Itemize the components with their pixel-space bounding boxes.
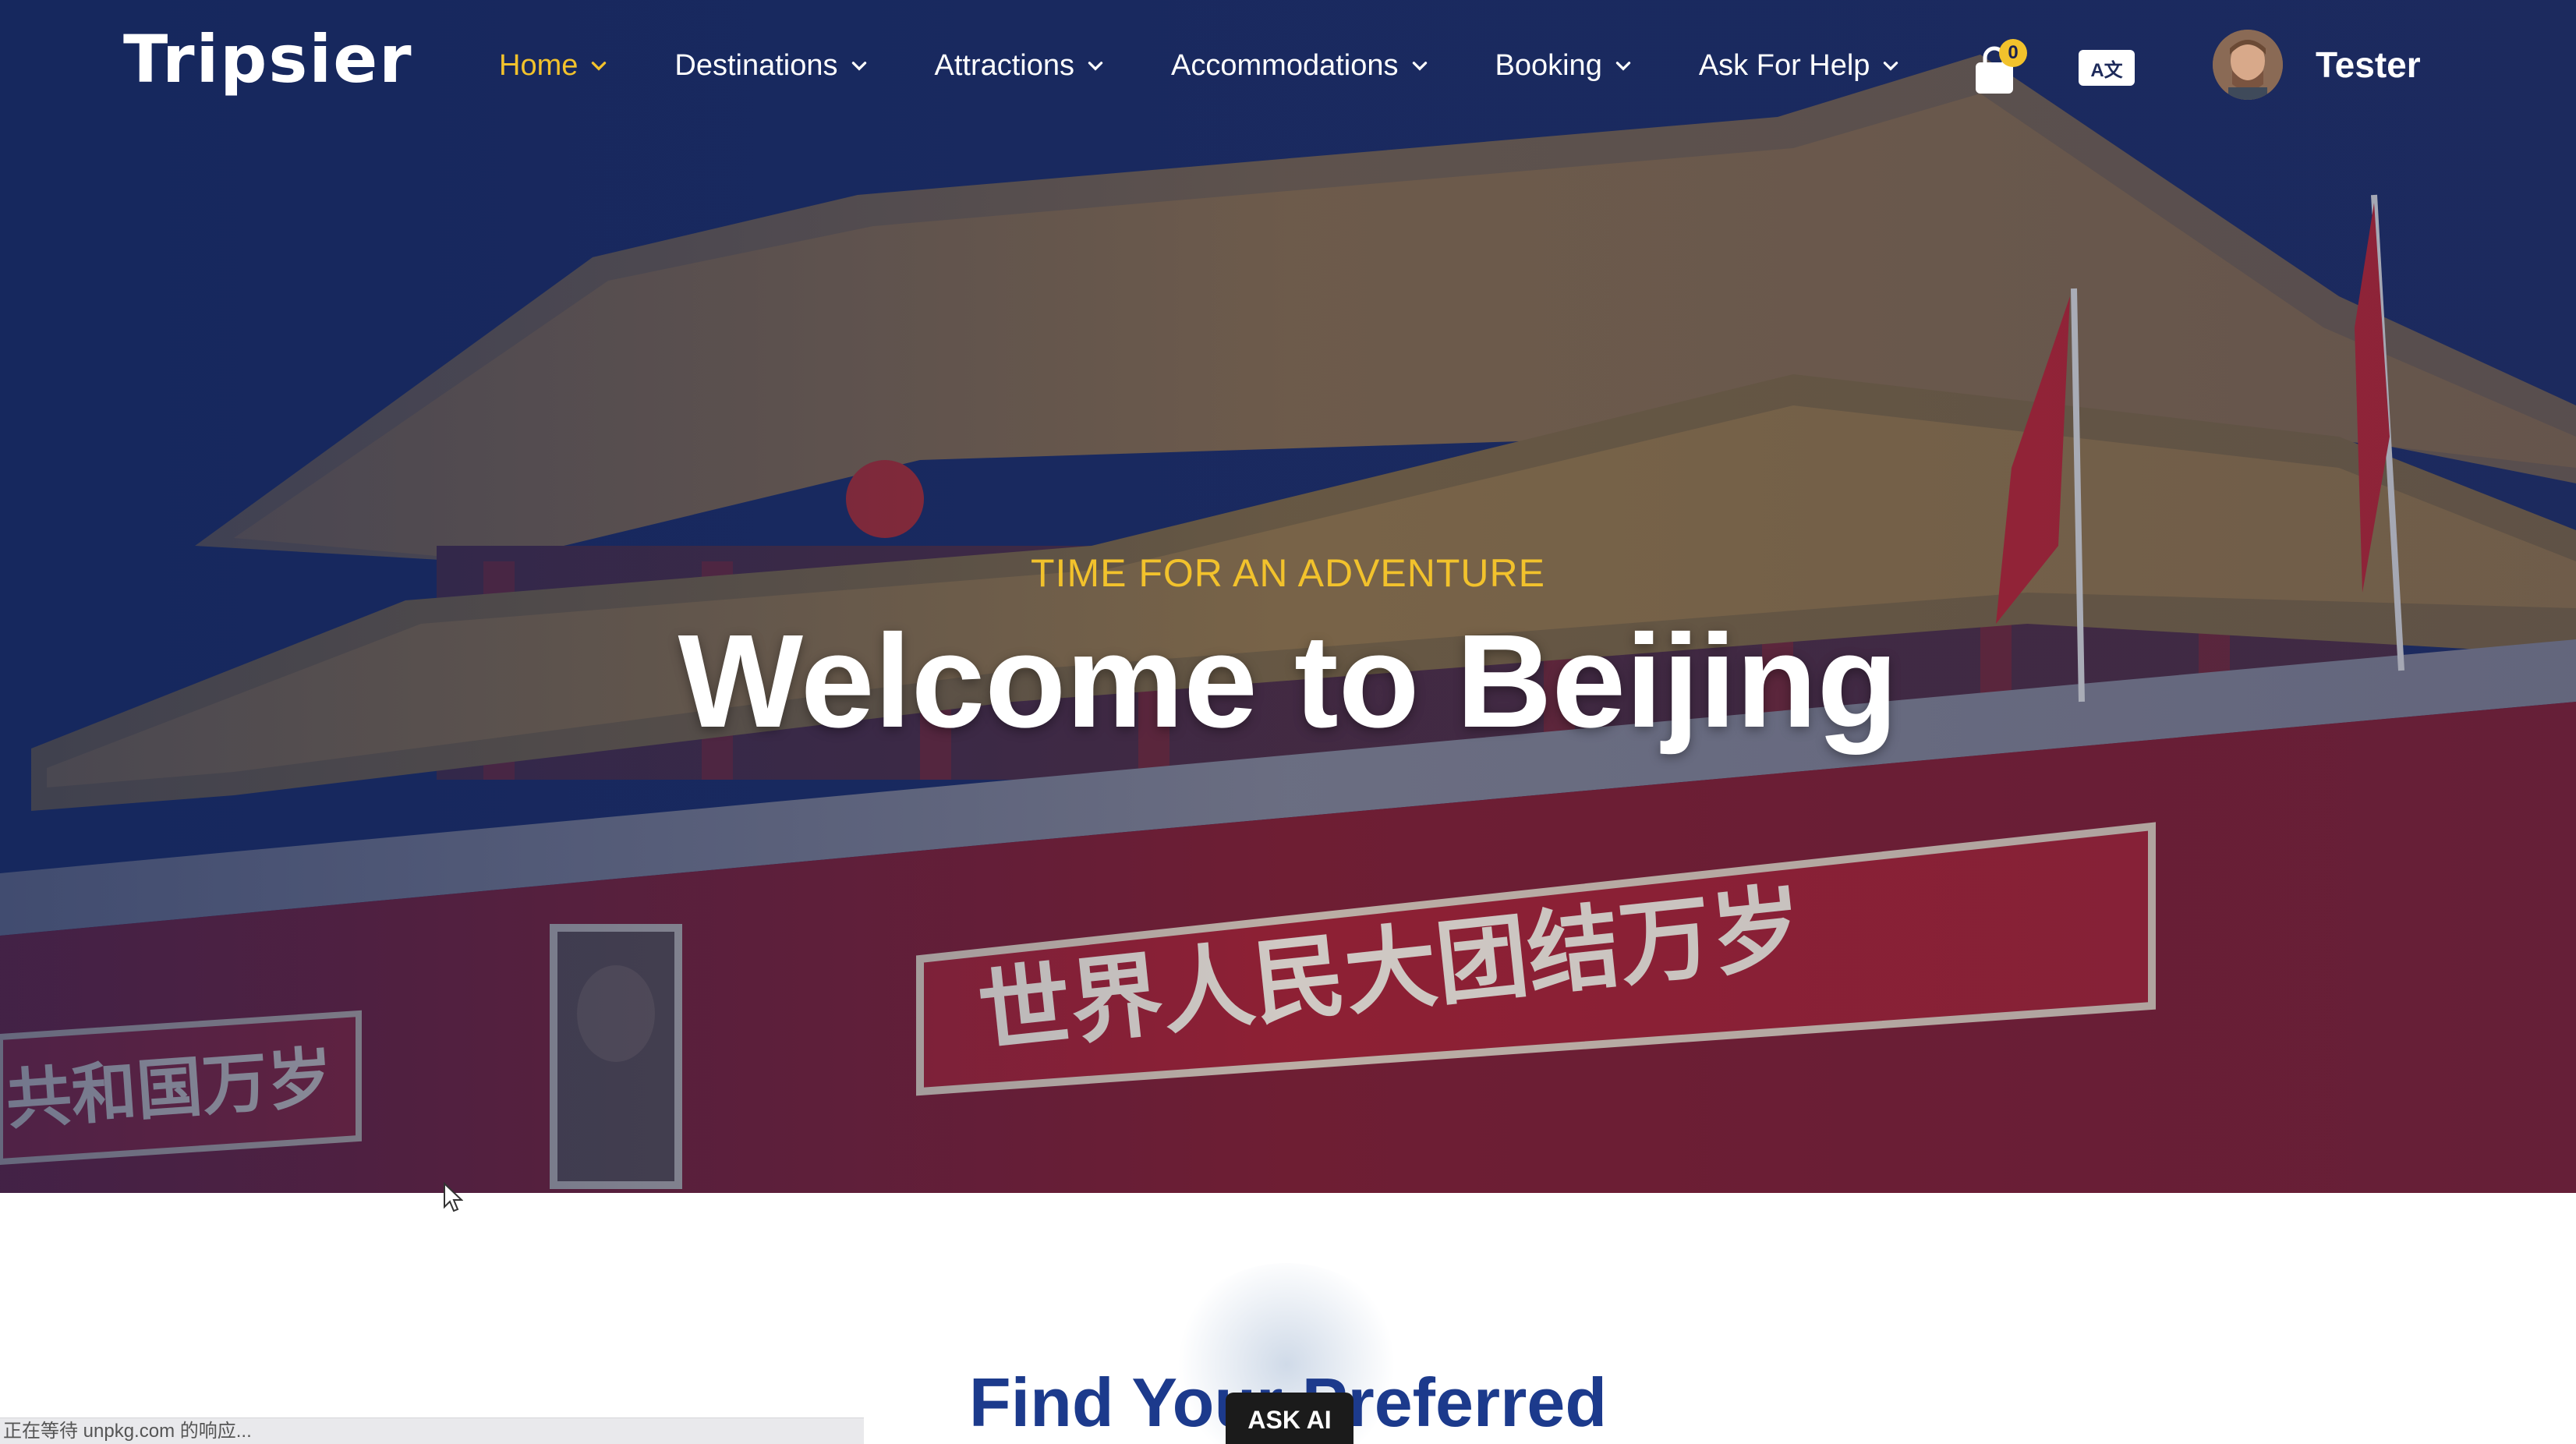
chevron-down-icon xyxy=(851,62,866,71)
chevron-down-icon xyxy=(1088,62,1103,71)
hero-banner: 世界人民大团结万岁共和国万岁 xyxy=(0,0,2576,1193)
site-logo[interactable]: Tripsier xyxy=(123,20,413,98)
chevron-down-icon xyxy=(1412,62,1427,71)
main-nav: Home Destinations Attractions Accommodat… xyxy=(499,37,1966,94)
site-header: Tripsier Home Destinations Attractions A… xyxy=(0,0,2576,133)
nav-booking[interactable]: Booking xyxy=(1495,49,1633,83)
nav-destinations-label: Destinations xyxy=(674,48,838,82)
nav-home-label: Home xyxy=(499,48,579,82)
logo-text: Tripsier xyxy=(123,21,413,97)
mouse-cursor-icon xyxy=(444,1182,463,1212)
chevron-down-icon xyxy=(1615,62,1631,71)
page: 世界人民大团结万岁共和国万岁 Tripsier Home Destination… xyxy=(0,0,2576,1444)
hero-overlay xyxy=(0,0,2576,1193)
browser-status-bar: 正在等待 unpkg.com 的响应... xyxy=(0,1417,864,1444)
nav-accommodations[interactable]: Accommodations xyxy=(1171,49,1429,83)
nav-ask-for-help-label: Ask For Help xyxy=(1698,48,1870,82)
nav-booking-label: Booking xyxy=(1495,48,1602,82)
translate-icon[interactable]: A文 xyxy=(2079,50,2135,86)
nav-home[interactable]: Home xyxy=(499,49,609,83)
nav-accommodations-label: Accommodations xyxy=(1171,48,1399,82)
nav-attractions[interactable]: Attractions xyxy=(935,49,1106,83)
nav-ask-for-help[interactable]: Ask For Help xyxy=(1699,49,1902,83)
ask-ai-button[interactable]: ASK AI xyxy=(1226,1393,1353,1444)
hero-tagline: TIME FOR AN ADVENTURE xyxy=(1031,551,1545,595)
hero-title: Welcome to Beijing xyxy=(678,607,1898,756)
username[interactable]: Tester xyxy=(2316,44,2421,86)
nav-destinations[interactable]: Destinations xyxy=(674,49,869,83)
user-avatar-image xyxy=(2213,30,2283,100)
chevron-down-icon xyxy=(1884,62,1898,71)
cart-count-badge: 0 xyxy=(1999,39,2027,67)
nav-attractions-label: Attractions xyxy=(934,48,1075,82)
chevron-down-icon xyxy=(592,62,607,71)
translate-icon-label: A文 xyxy=(2090,59,2123,81)
avatar[interactable] xyxy=(2213,30,2283,100)
